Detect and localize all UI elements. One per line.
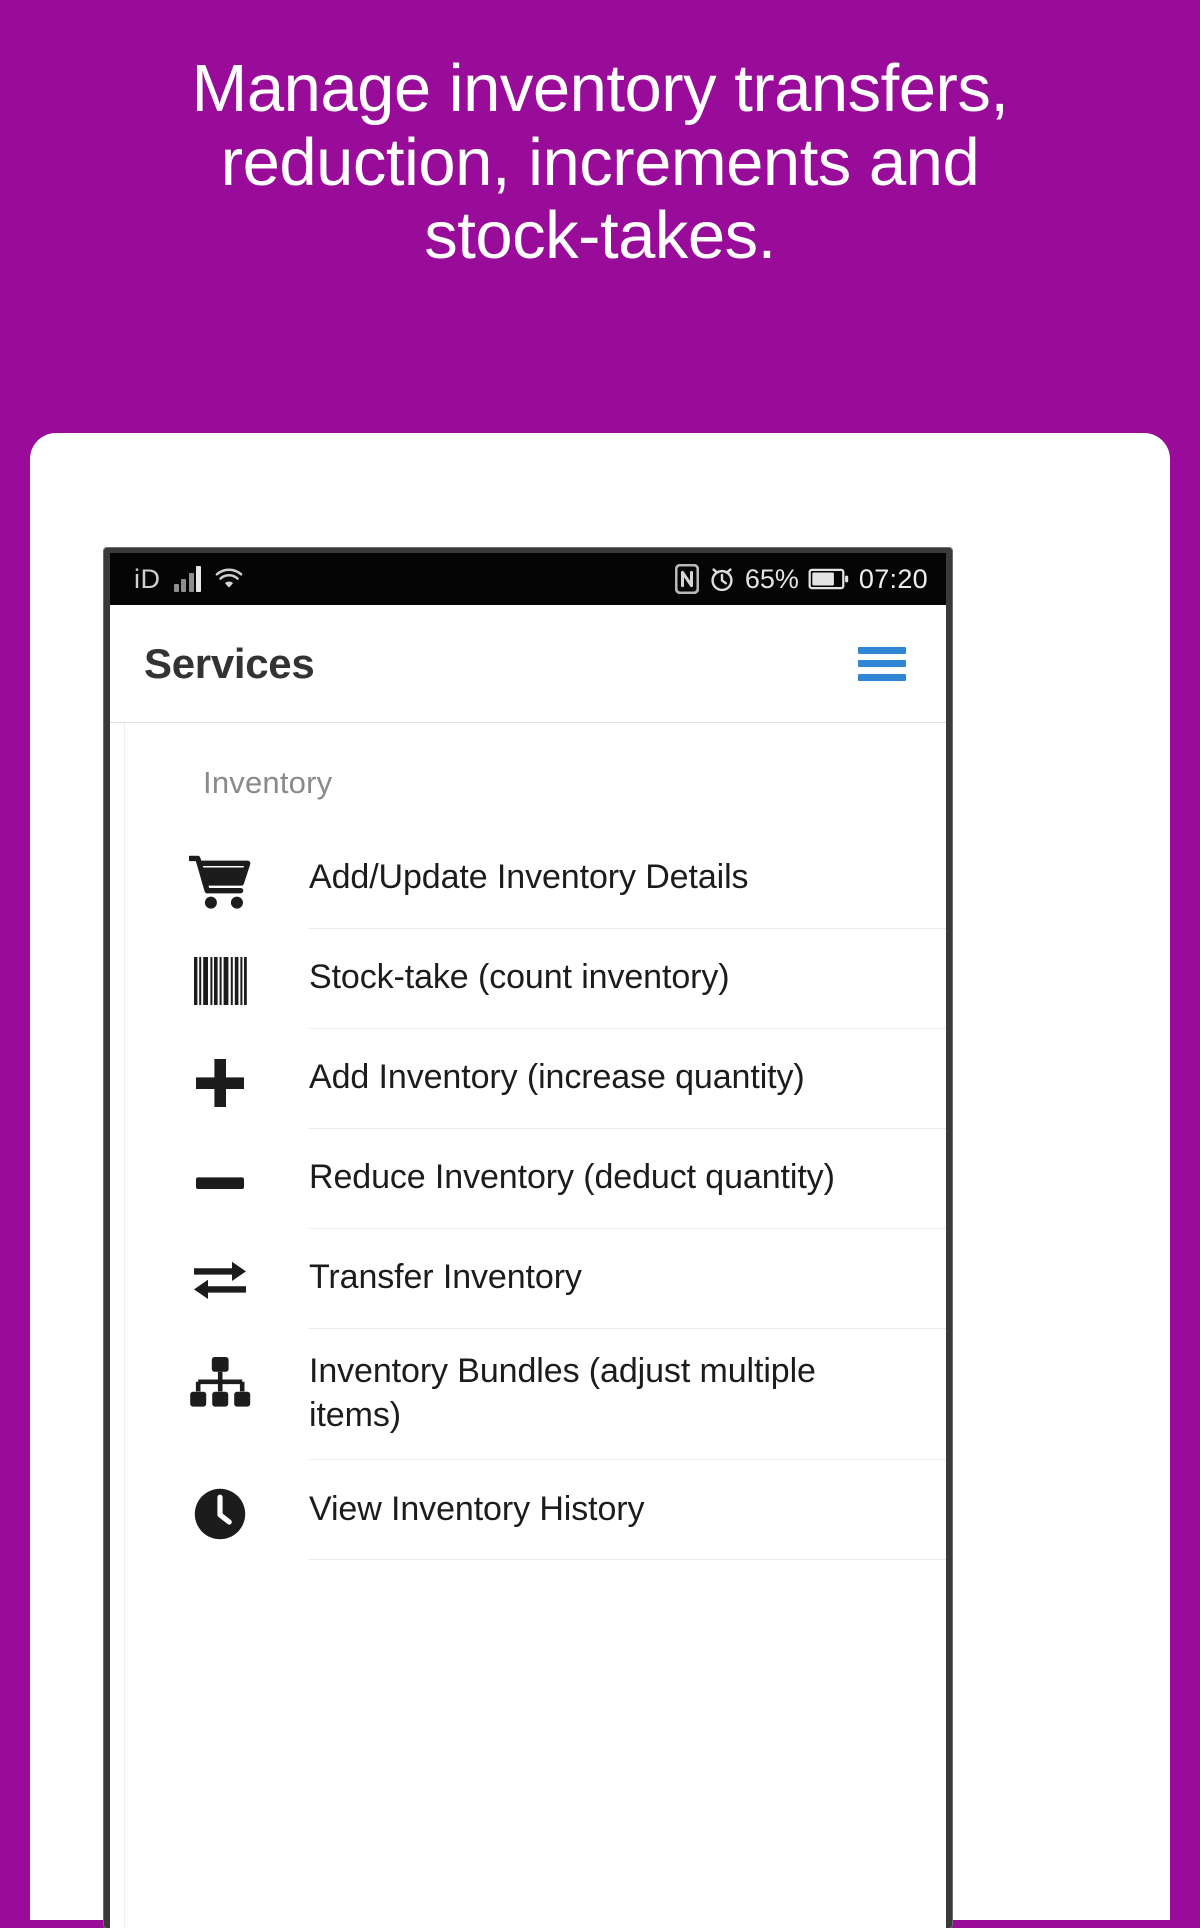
list-item-label: Inventory Bundles (adjust multiple items… bbox=[309, 1352, 816, 1435]
services-content: Inventory Add/Update Inventory Details S… bbox=[110, 723, 946, 1928]
phone-screen: iD 65% 07:20 Services Inventory Add/Upda… bbox=[110, 553, 946, 1928]
list-item-label: Reduce Inventory (deduct quantity) bbox=[309, 1158, 835, 1197]
list-item-label: Add/Update Inventory Details bbox=[309, 858, 749, 897]
list-item-body: Transfer Inventory bbox=[309, 1229, 946, 1329]
section-header-inventory: Inventory bbox=[203, 765, 333, 800]
shopping-cart-icon bbox=[131, 829, 309, 911]
list-item[interactable]: Transfer Inventory bbox=[131, 1229, 946, 1329]
list-item-body: Add Inventory (increase quantity) bbox=[309, 1029, 946, 1129]
signal-bars-icon bbox=[173, 566, 201, 592]
carrier-label: iD bbox=[134, 563, 161, 594]
headline-line-3: stock-takes. bbox=[424, 198, 776, 274]
list-item-label: Stock-take (count inventory) bbox=[309, 958, 730, 997]
list-item-label: Transfer Inventory bbox=[309, 1258, 582, 1297]
list-item[interactable]: Add/Update Inventory Details bbox=[131, 829, 946, 929]
list-item-body: Inventory Bundles (adjust multiple items… bbox=[309, 1329, 946, 1461]
list-item-body: Add/Update Inventory Details bbox=[309, 829, 946, 929]
list-item[interactable]: View Inventory History bbox=[131, 1460, 946, 1561]
hamburger-menu-icon[interactable] bbox=[858, 646, 906, 681]
list-item-body: View Inventory History bbox=[309, 1460, 946, 1561]
screenshot-card: iD 65% 07:20 Services Inventory Add/Upda… bbox=[30, 433, 1170, 1928]
status-bar-clock: 07:20 bbox=[858, 563, 928, 594]
list-item-body: Stock-take (count inventory) bbox=[309, 929, 946, 1029]
list-item[interactable]: Inventory Bundles (adjust multiple items… bbox=[131, 1329, 946, 1461]
list-item-label: View Inventory History bbox=[309, 1489, 645, 1528]
promo-headline: Manage inventory transfers, reduction, i… bbox=[0, 52, 1200, 273]
minus-icon bbox=[131, 1129, 309, 1211]
services-list-container: Inventory Add/Update Inventory Details S… bbox=[124, 723, 946, 1928]
plus-icon bbox=[131, 1029, 309, 1111]
phone-device-frame: iD 65% 07:20 Services Inventory Add/Upda… bbox=[104, 548, 952, 1928]
list-item-body: Reduce Inventory (deduct quantity) bbox=[309, 1129, 946, 1229]
battery-icon bbox=[808, 567, 850, 591]
headline-line-1: Manage inventory transfers, bbox=[191, 51, 1009, 126]
nfc-icon bbox=[674, 564, 699, 594]
page-title: Services bbox=[144, 639, 315, 687]
status-bar-left: iD bbox=[134, 563, 244, 594]
list-item[interactable]: Add Inventory (increase quantity) bbox=[131, 1029, 946, 1129]
list-item-label: Add Inventory (increase quantity) bbox=[309, 1058, 805, 1097]
barcode-icon bbox=[131, 929, 309, 1007]
clock-icon bbox=[131, 1460, 309, 1542]
list-item[interactable]: Stock-take (count inventory) bbox=[131, 929, 946, 1029]
alarm-clock-icon bbox=[708, 565, 736, 593]
wifi-icon bbox=[214, 567, 244, 591]
status-bar-right: 65% 07:20 bbox=[674, 563, 928, 594]
list-item[interactable]: Reduce Inventory (deduct quantity) bbox=[131, 1129, 946, 1229]
transfer-arrows-icon bbox=[131, 1229, 309, 1305]
hierarchy-icon bbox=[131, 1329, 309, 1411]
battery-percent-label: 65% bbox=[744, 563, 799, 594]
headline-line-2: reduction, increments and bbox=[220, 124, 980, 200]
app-bar: Services bbox=[110, 605, 946, 723]
android-status-bar: iD 65% 07:20 bbox=[110, 553, 946, 605]
